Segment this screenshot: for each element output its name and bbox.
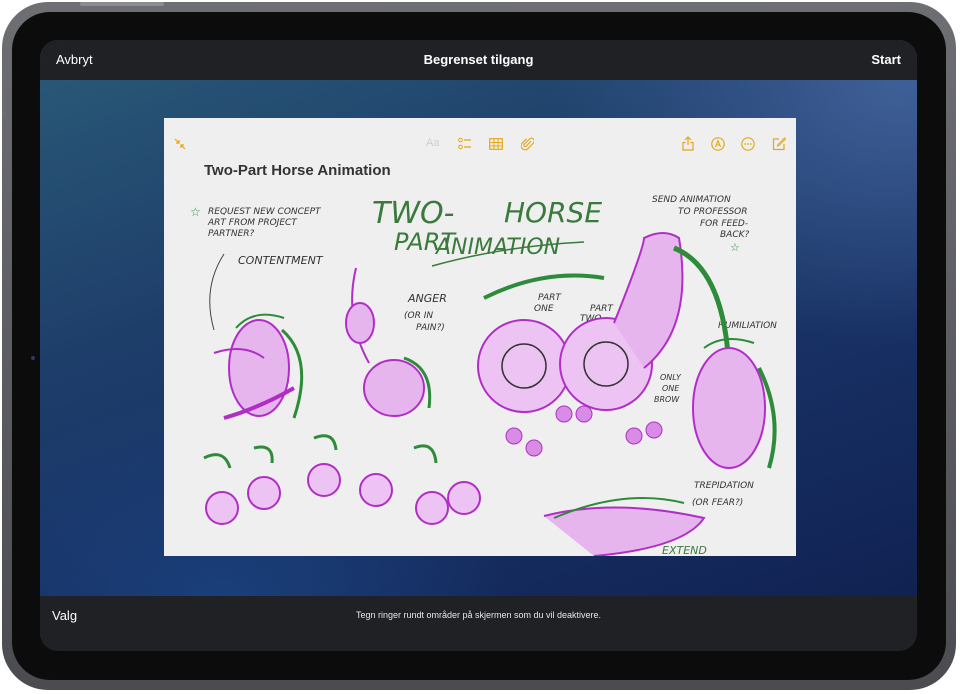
sketch-canvas[interactable]: TWO- PART HORSE ANIMATION ☆ REQUEST NEW …	[164, 118, 796, 556]
camera-icon	[31, 356, 35, 360]
contentment-arrow	[209, 253, 225, 331]
note-brow-1: ONLY	[660, 373, 682, 382]
two-part-horse-sketch	[477, 232, 732, 457]
star-icon-2: ☆	[730, 242, 740, 254]
note-send-3: FOR FEED-	[700, 219, 748, 229]
note-part-one-2: ONE	[534, 304, 554, 314]
contentment-horse-sketch	[213, 313, 304, 420]
note-send-4: BACK?	[720, 230, 750, 240]
bottom-horses-sketch	[203, 434, 706, 556]
headline-horse: HORSE	[504, 196, 602, 229]
note-part-one-1: PART	[538, 293, 562, 303]
volume-button	[80, 2, 164, 6]
note-send-1: SEND ANIMATION	[652, 195, 731, 205]
headline-two: TWO-	[372, 196, 454, 231]
note-brow-2: ONE	[662, 384, 680, 393]
note-request-1: REQUEST NEW CONCEPT	[208, 207, 322, 217]
screen: Avbryt Begrenset tilgang Start Aa Two-Pa…	[40, 40, 917, 651]
headline-animation: ANIMATION	[434, 235, 560, 260]
note-request-3: PARTNER?	[208, 229, 255, 239]
note-trepidation-2: (OR FEAR?)	[692, 498, 743, 508]
notes-app-window[interactable]: Aa Two-Part Horse Animation TWO- PART HO…	[164, 118, 796, 556]
note-anger-2: (OR IN	[404, 311, 433, 321]
side-button	[2, 64, 5, 118]
note-send-2: TO PROFESSOR	[678, 207, 748, 217]
guided-access-top-bar: Avbryt Begrenset tilgang Start	[40, 40, 917, 80]
star-icon: ☆	[190, 205, 201, 219]
instruction-text: Tegn ringer rundt områder på skjermen so…	[355, 610, 602, 620]
note-request-2: ART FROM PROJECT	[207, 218, 298, 228]
page-title: Begrenset tilgang	[423, 52, 534, 67]
note-anger-3: PAIN?)	[416, 323, 445, 333]
note-anger-1: ANGER	[407, 292, 447, 305]
guided-access-bottom-bar: Valg Tegn ringer rundt områder på skjerm…	[40, 596, 917, 651]
humiliation-horse-sketch	[692, 338, 777, 469]
note-part-two-1: PART	[590, 304, 614, 314]
start-button[interactable]: Start	[871, 52, 901, 67]
anger-horse-sketch	[345, 267, 432, 417]
note-extend: EXTEND	[662, 544, 707, 556]
note-trepidation-1: TREPIDATION	[694, 481, 754, 491]
note-brow-3: BROW	[654, 395, 680, 404]
note-contentment: CONTENTMENT	[238, 254, 324, 267]
